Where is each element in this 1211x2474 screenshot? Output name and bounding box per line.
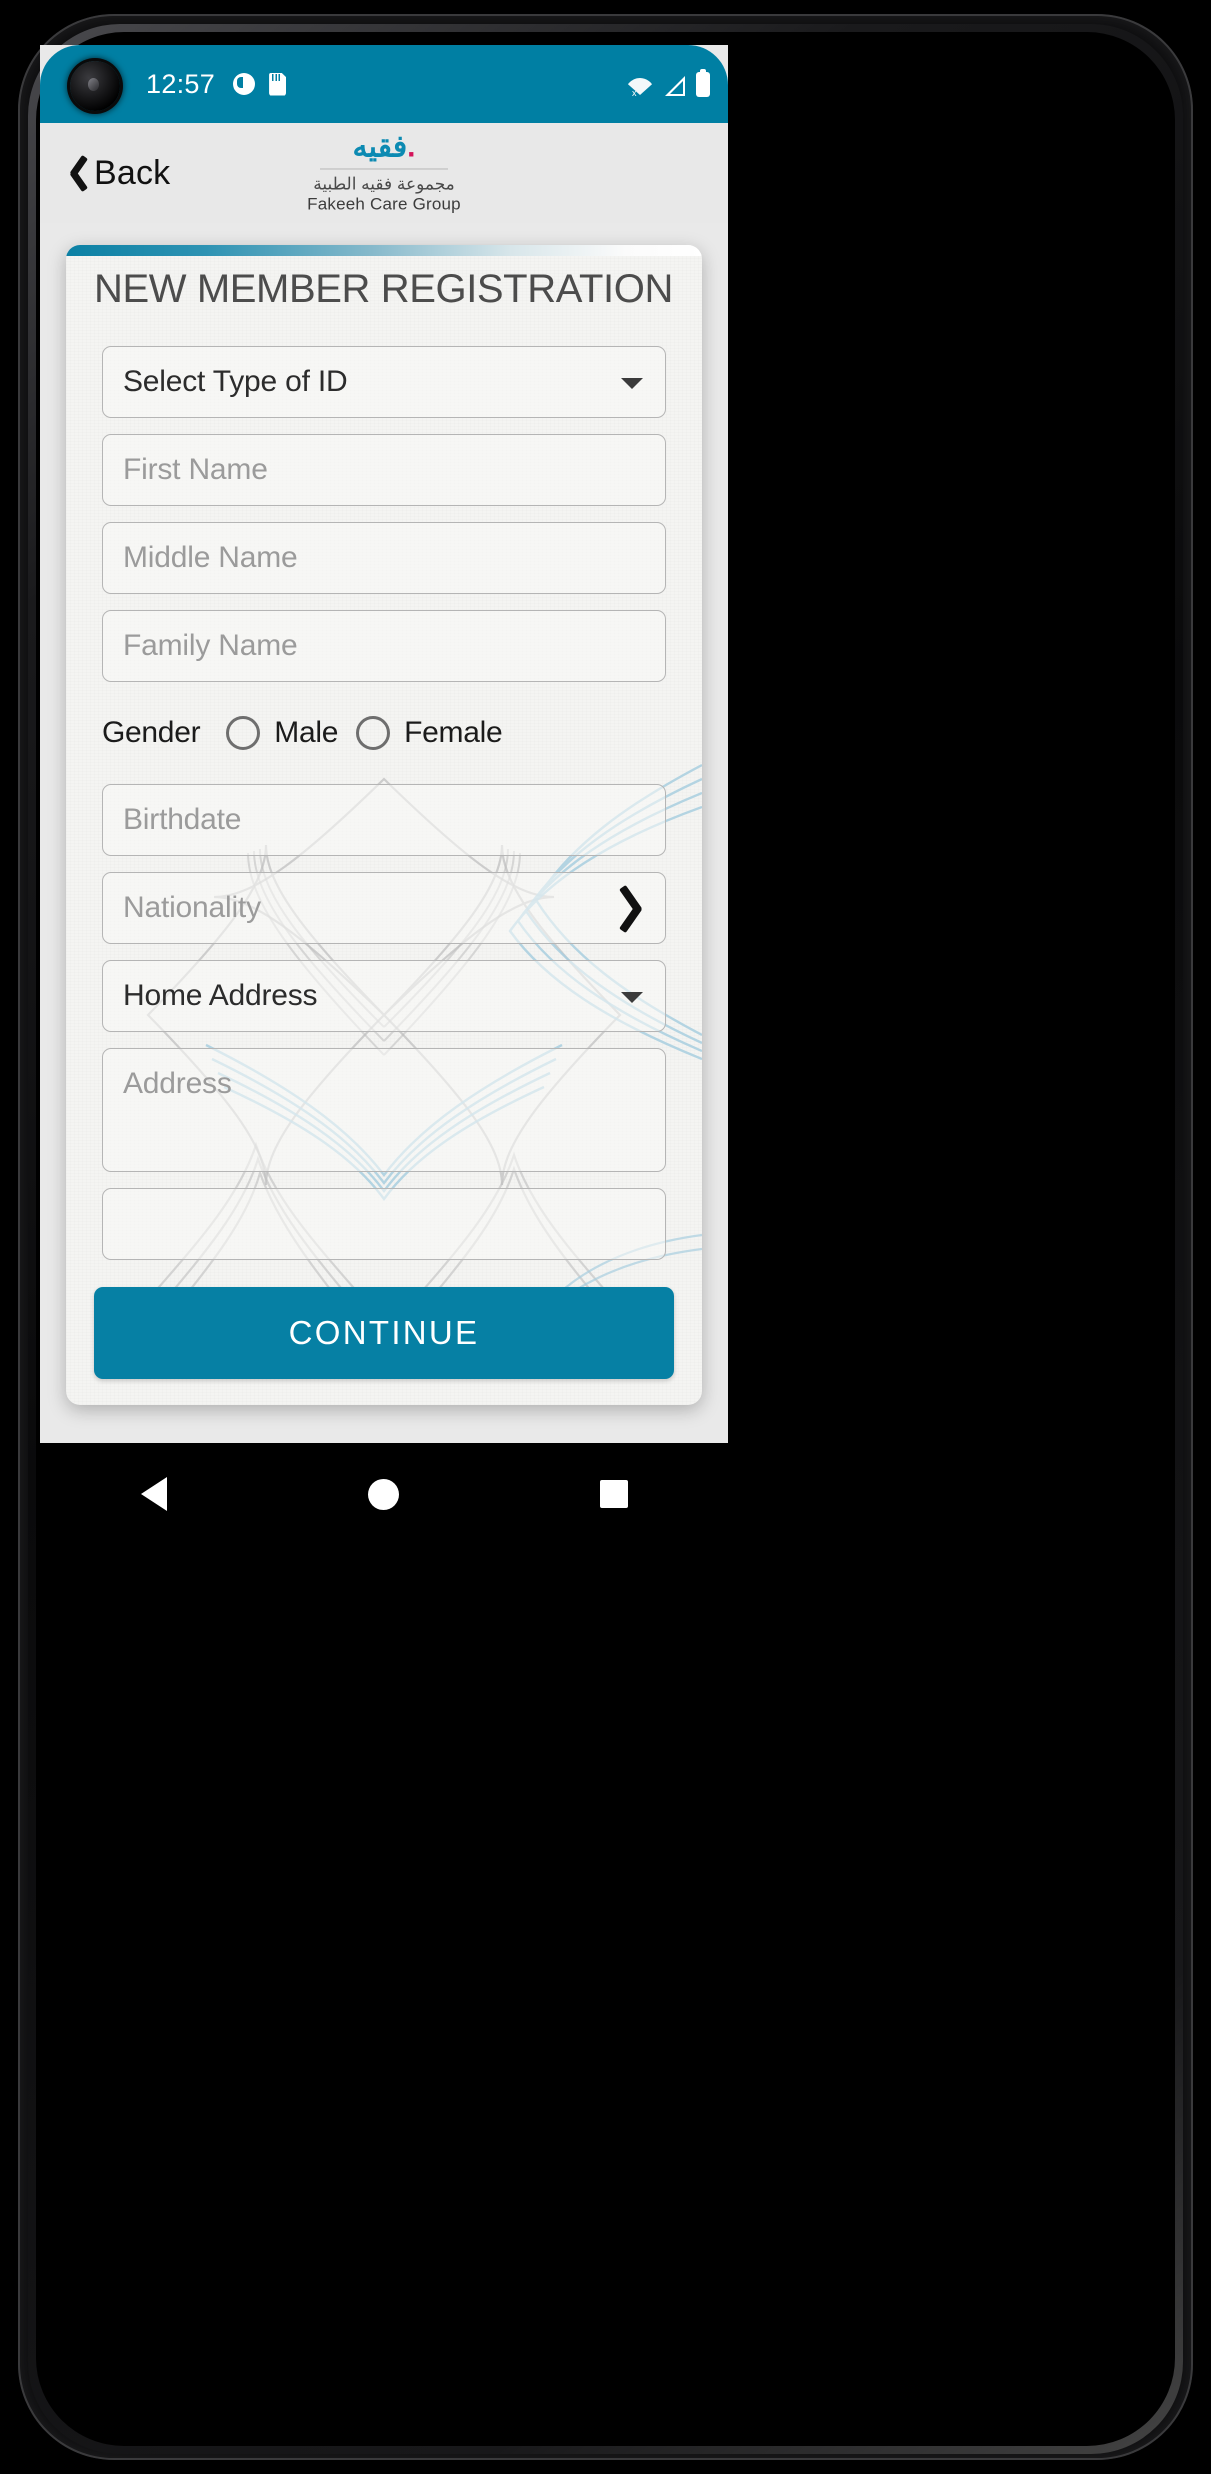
logo-arabic-wordmark: .فقيه: [352, 130, 417, 164]
registration-form: Select Type of ID First Name Middle Name…: [66, 346, 702, 1260]
chevron-right-icon[interactable]: [623, 882, 657, 934]
field-middle-name[interactable]: Middle Name: [102, 522, 666, 594]
android-navigation-bar: [40, 1443, 728, 1545]
radio-button-female-icon[interactable]: [356, 716, 391, 750]
wifi-off-icon: x: [627, 75, 653, 97]
status-bar-left-icons: [233, 72, 287, 96]
gender-option-male-label: Male: [274, 716, 339, 749]
field-type-of-id-value: Select Type of ID: [123, 365, 348, 398]
field-family-name[interactable]: Family Name: [102, 610, 666, 682]
field-home-address[interactable]: Home Address: [102, 960, 666, 1032]
chevron-left-icon: [60, 153, 84, 193]
chevron-down-icon[interactable]: [621, 992, 643, 1003]
field-middle-name-placeholder: Middle Name: [123, 541, 298, 574]
gender-selection-row: Gender Male Female: [102, 698, 666, 768]
battery-icon: [696, 68, 710, 97]
continue-button[interactable]: CONTINUE: [94, 1287, 674, 1379]
app-header: Back .فقيه مجموعة فقيه الطبية Fakeeh Car…: [40, 123, 728, 223]
radio-button-male-icon[interactable]: [226, 716, 261, 750]
cellular-signal-icon: [662, 75, 687, 97]
phone-screen: 12:57 x Back .فقيه مجموعة فقيه الطبية Fa…: [40, 45, 728, 1443]
field-nationality-placeholder: Nationality: [123, 891, 261, 924]
field-next-partial[interactable]: [102, 1188, 666, 1260]
gender-option-male[interactable]: Male: [226, 716, 338, 750]
circle-home-icon[interactable]: [367, 1478, 399, 1510]
back-button-label: Back: [94, 153, 171, 192]
gender-option-female[interactable]: Female: [356, 716, 503, 750]
logo-accent-dot: .: [407, 130, 416, 164]
square-recents-icon[interactable]: [599, 1480, 628, 1508]
field-address[interactable]: Address: [102, 1048, 666, 1172]
chevron-down-icon[interactable]: [621, 378, 643, 389]
field-type-of-id[interactable]: Select Type of ID: [102, 346, 666, 418]
logo-arabic-subtitle: مجموعة فقيه الطبية: [313, 173, 455, 193]
field-nationality[interactable]: Nationality: [102, 872, 666, 944]
back-button[interactable]: Back: [60, 153, 170, 193]
field-first-name[interactable]: First Name: [102, 434, 666, 506]
gender-option-female-label: Female: [404, 716, 503, 749]
front-camera-punch-hole: [70, 61, 120, 111]
page-title: NEW MEMBER REGISTRATION: [94, 267, 673, 311]
field-first-name-placeholder: First Name: [123, 453, 268, 486]
field-birthdate[interactable]: Birthdate: [102, 784, 666, 856]
logo-divider-rule: [320, 167, 448, 169]
field-birthdate-placeholder: Birthdate: [123, 803, 242, 836]
logo-english-subtitle: Fakeeh Care Group: [307, 194, 461, 214]
status-bar-clock: 12:57: [146, 68, 216, 99]
gender-label: Gender: [102, 716, 201, 749]
triangle-back-icon[interactable]: [140, 1477, 167, 1511]
alarm-icon: [233, 73, 256, 95]
status-bar-right-icons: x: [627, 68, 710, 97]
svg-text:x: x: [632, 88, 637, 97]
field-family-name-placeholder: Family Name: [123, 629, 298, 662]
card-accent-bar: [66, 245, 702, 256]
field-address-placeholder: Address: [123, 1067, 232, 1100]
fakeeh-care-group-logo: .فقيه مجموعة فقيه الطبية Fakeeh Care Gro…: [269, 131, 499, 214]
status-bar: 12:57 x: [40, 45, 728, 123]
registration-card: NEW MEMBER REGISTRATION Select Type of I…: [66, 245, 702, 1405]
sd-card-icon: [269, 72, 287, 96]
field-home-address-value: Home Address: [123, 979, 318, 1012]
